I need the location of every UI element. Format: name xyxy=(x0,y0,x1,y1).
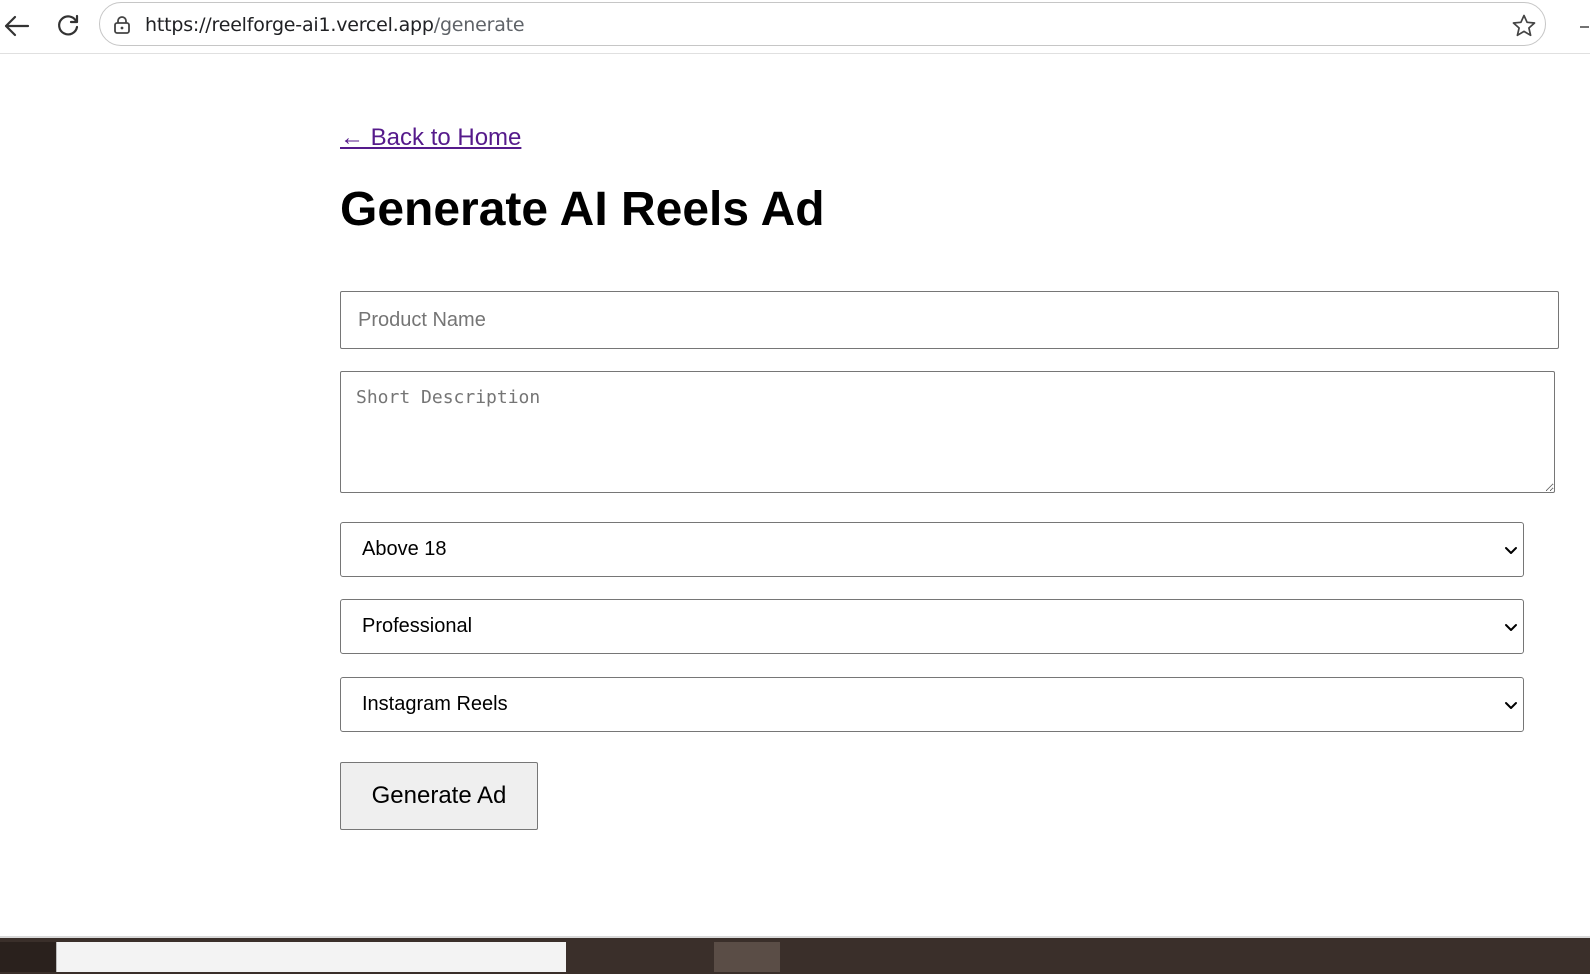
url-host: https://reelforge-ai1.vercel.app xyxy=(145,14,434,36)
age-group-select[interactable]: Above 18 xyxy=(340,522,1524,577)
reload-icon xyxy=(58,14,79,36)
lock-icon xyxy=(114,16,130,34)
star-icon[interactable] xyxy=(1511,13,1537,39)
arrow-left-icon xyxy=(4,15,30,37)
age-group-value: Above 18 xyxy=(362,538,447,560)
url-text: https://reelforge-ai1.vercel.app/generat… xyxy=(145,14,525,36)
browser-back-button[interactable] xyxy=(0,10,32,42)
browser-toolbar: https://reelforge-ai1.vercel.app/generat… xyxy=(0,0,1590,54)
overflow-dash-icon xyxy=(1580,26,1589,28)
product-name-input[interactable] xyxy=(340,291,1559,349)
back-to-home-link[interactable]: ← Back to Home xyxy=(340,124,521,152)
page-content: ← Back to Home Generate AI Reels Ad Abov… xyxy=(0,54,1590,936)
taskbar-search-box[interactable] xyxy=(56,942,566,972)
generate-ad-button[interactable]: Generate Ad xyxy=(340,762,538,830)
toolbar-overflow-icon[interactable] xyxy=(1578,20,1590,32)
platform-value: Instagram Reels xyxy=(362,693,508,715)
chevron-down-icon xyxy=(1505,702,1517,709)
taskbar-app-active[interactable] xyxy=(714,942,780,972)
short-description-textarea[interactable] xyxy=(340,371,1555,493)
page-title: Generate AI Reels Ad xyxy=(340,183,825,236)
tone-value: Professional xyxy=(362,615,473,637)
url-path: /generate xyxy=(433,14,525,36)
taskbar-start-button[interactable] xyxy=(0,942,56,972)
os-taskbar xyxy=(0,936,1590,974)
address-bar[interactable]: https://reelforge-ai1.vercel.app/generat… xyxy=(99,2,1546,46)
tone-select[interactable]: Professional xyxy=(340,599,1524,654)
platform-select[interactable]: Instagram Reels xyxy=(340,677,1524,732)
chevron-down-icon xyxy=(1505,624,1517,631)
chevron-down-icon xyxy=(1505,547,1517,554)
browser-reload-button[interactable] xyxy=(52,10,84,42)
